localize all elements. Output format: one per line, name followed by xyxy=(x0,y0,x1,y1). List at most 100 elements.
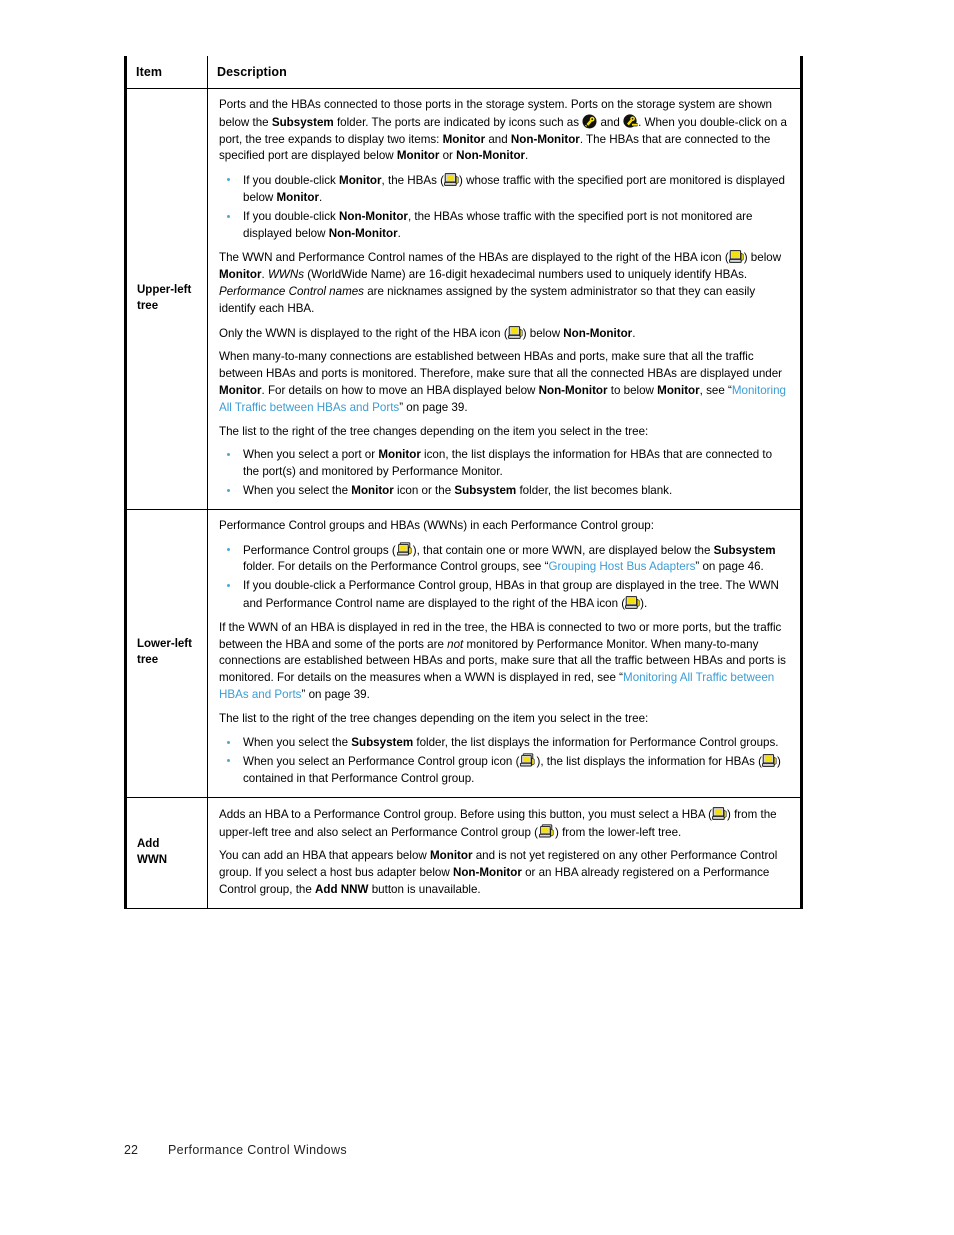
row-item-upper-left-tree: Upper-left tree xyxy=(125,88,208,510)
term-monitor: Monitor xyxy=(378,448,421,462)
text-fragment: ” on page 39. xyxy=(301,687,370,701)
performance-control-group-icon xyxy=(519,753,536,768)
text-fragment: ) below xyxy=(522,326,564,340)
bullet-list-selection-behavior: When you select a port or Monitor icon, … xyxy=(219,447,791,499)
term-monitor: Monitor xyxy=(219,383,262,397)
hba-icon xyxy=(762,753,777,768)
document-page: Item Description Upper-left tree Ports a… xyxy=(0,0,954,1235)
term-monitor: Monitor xyxy=(339,174,382,188)
term-add-nnw-button: Add NNW xyxy=(315,883,369,897)
column-header-item: Item xyxy=(125,56,208,89)
text-fragment: If you double-click a Performance Contro… xyxy=(243,579,779,610)
term-monitor: Monitor xyxy=(219,268,262,282)
text-fragment: and xyxy=(485,132,511,146)
paragraph-only-wwn: Only the WWN is displayed to the right o… xyxy=(219,325,791,343)
term-monitor: Monitor xyxy=(351,483,394,497)
text-fragment: , see “ xyxy=(699,383,732,397)
table-row: Lower-left tree Performance Control grou… xyxy=(125,508,802,798)
term-monitor: Monitor xyxy=(430,849,473,863)
text-fragment: If you double-click xyxy=(243,174,340,188)
term-monitor: Monitor xyxy=(396,149,440,163)
text-fragment: ” on page 39. xyxy=(399,400,468,414)
term-non-monitor: Non-Monitor xyxy=(456,149,526,163)
list-item: When you select a port or Monitor icon, … xyxy=(219,447,791,481)
row-description-lower-left-tree: Performance Control groups and HBAs (WWN… xyxy=(207,508,802,798)
text-fragment: icon or the xyxy=(393,483,455,497)
text-fragment: Performance Control groups ( xyxy=(243,543,396,557)
term-non-monitor: Non-Monitor xyxy=(328,226,398,240)
text-fragment: ) from the lower-left tree. xyxy=(555,825,682,839)
text-fragment: ). xyxy=(640,596,648,610)
text-fragment: or xyxy=(439,149,457,163)
footer-page-number: 22 xyxy=(124,1143,138,1157)
text-fragment: You can add an HBA that appears below xyxy=(219,849,430,863)
row-item-lower-left-tree: Lower-left tree xyxy=(125,508,208,798)
text-fragment: ) below xyxy=(743,251,782,265)
text-fragment: to below xyxy=(607,383,658,397)
text-fragment: When you select a port or xyxy=(243,448,379,462)
item-description-table: Item Description Upper-left tree Ports a… xyxy=(124,56,803,909)
hba-icon xyxy=(728,249,744,264)
text-fragment: ), the list displays the information for… xyxy=(536,755,762,769)
list-item: If you double-click a Performance Contro… xyxy=(219,578,791,613)
term-subsystem: Subsystem xyxy=(454,483,517,497)
row-description-add-wwn: Adds an HBA to a Performance Control gro… xyxy=(207,796,802,909)
list-item: When you select an Performance Control g… xyxy=(219,753,791,788)
cross-reference-link-grouping-host-bus-adapters[interactable]: Grouping Host Bus Adapters xyxy=(548,560,695,573)
list-item: When you select the Subsystem folder, th… xyxy=(219,735,791,752)
term-subsystem: Subsystem xyxy=(713,543,776,557)
table-row: Upper-left tree Ports and the HBAs conne… xyxy=(125,88,802,510)
paragraph-add-conditions: You can add an HBA that appears below Mo… xyxy=(219,848,791,898)
text-fragment: (WorldWide Name) are 16-digit hexadecima… xyxy=(304,268,748,282)
table-header-row: Item Description xyxy=(125,56,802,89)
paragraph-many-to-many: When many-to-many connections are establ… xyxy=(219,349,791,416)
term-non-monitor: Non-Monitor xyxy=(339,209,408,223)
bullet-list-groups: Performance Control groups ( ), that cont… xyxy=(219,541,791,613)
text-fragment: . xyxy=(397,226,401,240)
text-fragment: folder, the list displays the informatio… xyxy=(413,735,779,749)
text-fragment: button is unavailable. xyxy=(368,883,481,897)
paragraph-list-changes: The list to the right of the tree change… xyxy=(219,424,649,438)
term-non-monitor: Non-Monitor xyxy=(510,132,580,146)
footer-section-title: Performance Control Windows xyxy=(168,1143,347,1157)
paragraph-wwn-names: The WWN and Performance Control names of… xyxy=(219,249,791,317)
text-fragment: The WWN and Performance Control names of… xyxy=(219,251,729,265)
term-non-monitor: Non-Monitor xyxy=(452,866,522,880)
text-fragment: . xyxy=(319,190,323,204)
term-not: not xyxy=(447,637,464,651)
text-fragment: Adds an HBA to a Performance Control gro… xyxy=(219,807,712,821)
hba-icon xyxy=(625,595,640,610)
performance-control-group-icon xyxy=(396,541,413,557)
text-fragment: When you select the xyxy=(243,483,352,497)
item-label-line1: Add xyxy=(137,837,160,850)
hba-icon xyxy=(444,172,459,187)
term-monitor: Monitor xyxy=(657,383,700,397)
page-footer: 22 Performance Control Windows xyxy=(124,1143,347,1157)
table-row: Add WWN Adds an HBA to a Performance Con… xyxy=(125,796,802,909)
text-fragment: , the HBAs ( xyxy=(381,174,445,188)
item-label-line1: Lower-left xyxy=(137,637,192,650)
term-performance-control-names: Performance Control names xyxy=(219,284,364,298)
term-non-monitor: Non-Monitor xyxy=(538,383,608,397)
item-label-line2: tree xyxy=(137,299,159,312)
paragraph-list-changes: The list to the right of the tree change… xyxy=(219,711,649,725)
list-item: If you double-click Monitor, the HBAs ()… xyxy=(219,172,791,207)
bullet-list-selection-behavior: When you select the Subsystem folder, th… xyxy=(219,735,791,788)
text-fragment: . xyxy=(632,326,636,340)
text-fragment: folder. For details on the Performance C… xyxy=(243,560,549,574)
text-fragment: When many-to-many connections are establ… xyxy=(219,350,783,381)
item-label-line2: WWN xyxy=(137,853,168,866)
port-connected-icon xyxy=(623,114,638,129)
text-fragment: ), that contain one or more WWN, are dis… xyxy=(412,543,714,557)
paragraph-red-wwn: If the WWN of an HBA is displayed in red… xyxy=(219,620,791,704)
paragraph-groups-and-hbas: Performance Control groups and HBAs (WWN… xyxy=(219,518,654,532)
column-header-description: Description xyxy=(207,56,802,89)
text-fragment: folder. The ports are indicated by icons… xyxy=(333,115,583,129)
list-item: If you double-click Non-Monitor, the HBA… xyxy=(219,209,791,243)
paragraph-ports-and-hbas: Ports and the HBAs connected to those po… xyxy=(219,97,791,165)
text-fragment: ” on page 46. xyxy=(695,560,764,574)
list-item: Performance Control groups ( ), that cont… xyxy=(219,541,791,577)
term-wwns: WWNs xyxy=(267,268,305,282)
paragraph-adds-hba: Adds an HBA to a Performance Control gro… xyxy=(219,806,791,842)
term-subsystem: Subsystem xyxy=(351,735,414,749)
